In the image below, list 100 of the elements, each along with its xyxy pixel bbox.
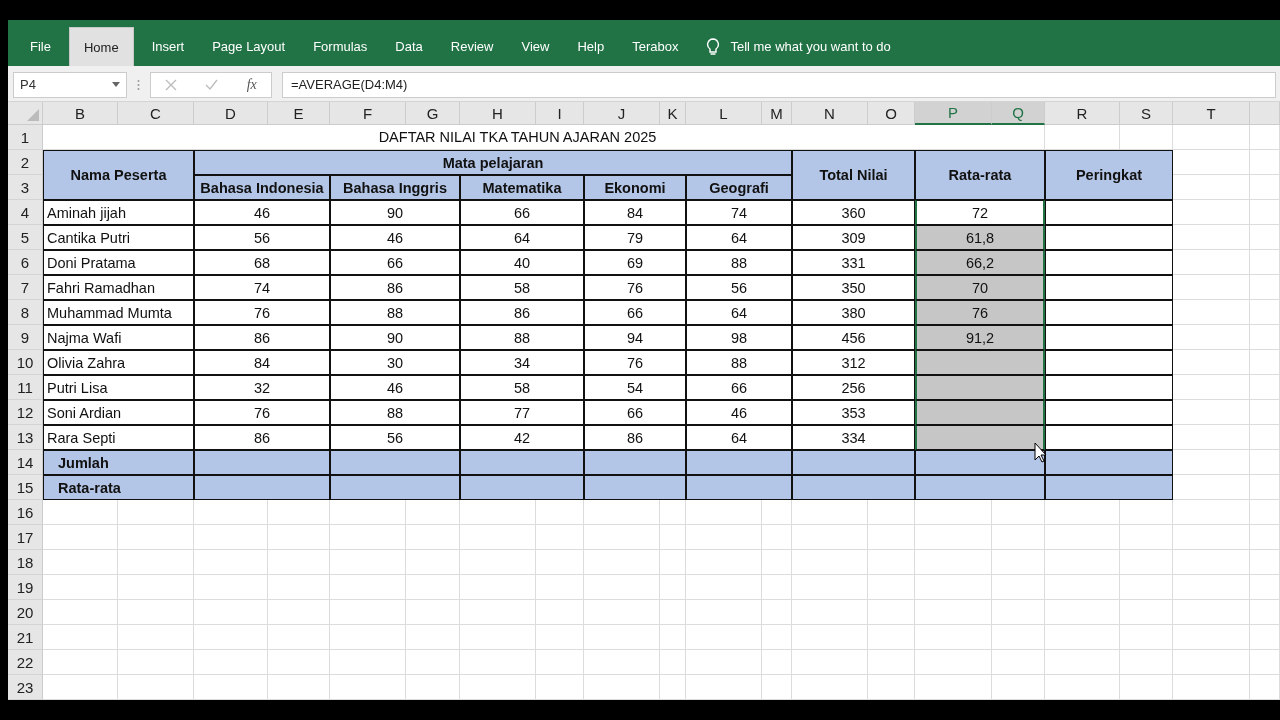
empty-cell[interactable] (1045, 575, 1120, 600)
empty-cell[interactable] (194, 625, 268, 650)
empty-cell[interactable] (1120, 625, 1173, 650)
empty-cell[interactable] (915, 550, 992, 575)
empty-cell[interactable] (268, 675, 330, 700)
empty-cell[interactable] (330, 650, 406, 675)
empty-cell[interactable] (118, 600, 194, 625)
row-header[interactable]: 23 (8, 675, 43, 700)
ribbon-tab[interactable]: Insert (137, 27, 199, 66)
empty-cell[interactable] (868, 650, 915, 675)
column-header[interactable]: S (1120, 102, 1173, 125)
empty-cell[interactable] (330, 575, 406, 600)
row-header[interactable]: 1 (8, 125, 43, 150)
empty-cell[interactable] (1250, 225, 1280, 250)
empty-cell[interactable] (992, 600, 1045, 625)
row-header[interactable]: 18 (8, 550, 43, 575)
ribbon-tab[interactable]: View (507, 27, 564, 66)
row-header[interactable]: 11 (8, 375, 43, 400)
empty-cell[interactable] (1173, 500, 1250, 525)
empty-cell[interactable] (660, 600, 686, 625)
empty-cell[interactable] (660, 525, 686, 550)
empty-cell[interactable] (406, 625, 460, 650)
empty-cell[interactable] (992, 650, 1045, 675)
column-header[interactable]: Q (992, 102, 1045, 125)
empty-cell[interactable] (792, 675, 868, 700)
empty-cell[interactable] (915, 525, 992, 550)
empty-cell[interactable] (1173, 625, 1250, 650)
empty-cell[interactable] (330, 525, 406, 550)
empty-cell[interactable] (536, 525, 584, 550)
row-header[interactable]: 19 (8, 575, 43, 600)
empty-cell[interactable] (330, 675, 406, 700)
empty-cell[interactable] (686, 550, 762, 575)
empty-cell[interactable] (460, 525, 536, 550)
empty-cell[interactable] (992, 525, 1045, 550)
empty-cell[interactable] (868, 550, 915, 575)
row-header[interactable]: 15 (8, 475, 43, 500)
insert-function-button[interactable]: fx (246, 76, 257, 93)
empty-cell[interactable] (584, 525, 660, 550)
empty-cell[interactable] (460, 675, 536, 700)
empty-cell[interactable] (268, 650, 330, 675)
row-header[interactable]: 4 (8, 200, 43, 225)
empty-cell[interactable] (268, 550, 330, 575)
empty-cell[interactable] (118, 650, 194, 675)
ribbon-tab[interactable]: Data (381, 27, 437, 66)
empty-cell[interactable] (660, 650, 686, 675)
empty-cell[interactable] (686, 625, 762, 650)
row-header[interactable]: 21 (8, 625, 43, 650)
empty-cell[interactable] (194, 650, 268, 675)
empty-cell[interactable] (792, 550, 868, 575)
empty-cell[interactable] (194, 575, 268, 600)
empty-cell[interactable] (1173, 525, 1250, 550)
empty-cell[interactable] (1045, 650, 1120, 675)
empty-cell[interactable] (1250, 650, 1280, 675)
empty-cell[interactable] (915, 575, 992, 600)
empty-cell[interactable] (992, 550, 1045, 575)
empty-cell[interactable] (460, 650, 536, 675)
empty-cell[interactable] (1045, 600, 1120, 625)
empty-cell[interactable] (536, 600, 584, 625)
row-header[interactable]: 12 (8, 400, 43, 425)
empty-cell[interactable] (762, 675, 792, 700)
empty-cell[interactable] (406, 575, 460, 600)
empty-cell[interactable] (1250, 625, 1280, 650)
empty-cell[interactable] (1250, 400, 1280, 425)
empty-cell[interactable] (868, 575, 915, 600)
empty-cell[interactable] (915, 625, 992, 650)
row-header[interactable]: 6 (8, 250, 43, 275)
empty-cell[interactable] (118, 550, 194, 575)
column-header[interactable]: R (1045, 102, 1120, 125)
check-icon[interactable] (205, 79, 219, 90)
empty-cell[interactable] (792, 575, 868, 600)
empty-cell[interactable] (406, 525, 460, 550)
empty-cell[interactable] (1120, 600, 1173, 625)
empty-cell[interactable] (762, 650, 792, 675)
empty-cell[interactable] (118, 525, 194, 550)
row-header[interactable]: 3 (8, 175, 43, 200)
row-header[interactable]: 17 (8, 525, 43, 550)
empty-cell[interactable] (868, 625, 915, 650)
empty-cell[interactable] (792, 625, 868, 650)
empty-cell[interactable] (584, 650, 660, 675)
column-header[interactable]: D (194, 102, 268, 125)
empty-cell[interactable] (1045, 525, 1120, 550)
row-header[interactable]: 22 (8, 650, 43, 675)
ribbon-tab[interactable]: Home (68, 27, 134, 66)
empty-cell[interactable] (268, 600, 330, 625)
column-header[interactable]: P (915, 102, 992, 125)
empty-cell[interactable] (762, 600, 792, 625)
empty-cell[interactable] (118, 675, 194, 700)
empty-cell[interactable] (1173, 550, 1250, 575)
ribbon-tab[interactable]: File (16, 27, 65, 66)
empty-cell[interactable] (330, 625, 406, 650)
empty-cell[interactable] (584, 675, 660, 700)
empty-cell[interactable] (268, 625, 330, 650)
empty-cell[interactable] (660, 625, 686, 650)
empty-cell[interactable] (992, 575, 1045, 600)
empty-cell[interactable] (1250, 275, 1280, 300)
ribbon-tab[interactable]: Review (436, 27, 508, 66)
empty-cell[interactable] (660, 550, 686, 575)
ribbon-tab[interactable]: Formulas (299, 27, 382, 66)
empty-cell[interactable] (1250, 600, 1280, 625)
empty-cell[interactable] (686, 600, 762, 625)
